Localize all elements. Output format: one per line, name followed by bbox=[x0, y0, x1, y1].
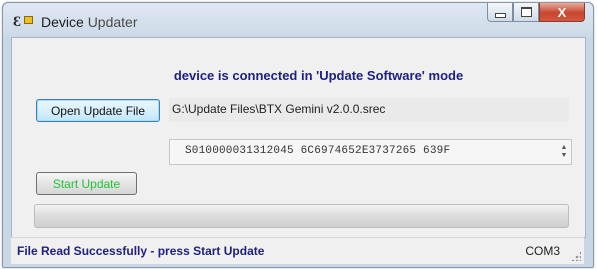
close-icon: X bbox=[557, 4, 567, 20]
record-value: S010000031312045 6C6974652E3737265 639F bbox=[185, 145, 451, 157]
open-update-file-button[interactable]: Open Update File bbox=[36, 99, 160, 122]
main-panel: device is connected in 'Update Software'… bbox=[11, 37, 586, 238]
title-main: Device bbox=[41, 14, 84, 30]
maximize-button[interactable] bbox=[513, 3, 539, 22]
close-button[interactable]: X bbox=[539, 3, 585, 22]
maximize-icon bbox=[520, 7, 532, 17]
spinner-arrows-icon[interactable]: ▲ ▼ bbox=[560, 144, 568, 160]
start-update-button[interactable]: Start Update bbox=[36, 172, 137, 195]
file-path-field[interactable]: G:\Update Files\BTX Gemini v2.0.0.srec bbox=[169, 98, 569, 122]
update-progress-bar bbox=[34, 204, 569, 228]
status-message: File Read Successfully - press Start Upd… bbox=[17, 244, 265, 258]
window-title: Device Updater bbox=[41, 14, 138, 30]
minimize-icon bbox=[494, 12, 506, 18]
caption-buttons: X bbox=[487, 3, 585, 23]
minimize-button[interactable] bbox=[487, 3, 513, 22]
device-updater-window: Ɛ Device Updater X device is connected i… bbox=[2, 2, 594, 268]
resize-grip-icon[interactable] bbox=[571, 251, 581, 261]
device-updater-icon: Ɛ bbox=[13, 14, 33, 30]
status-bar: File Read Successfully - press Start Upd… bbox=[11, 237, 584, 264]
record-spinner-field[interactable]: S010000031312045 6C6974652E3737265 639F … bbox=[169, 139, 572, 165]
title-bar[interactable]: Ɛ Device Updater X bbox=[3, 3, 593, 37]
port-indicator: COM3 bbox=[525, 244, 560, 258]
connection-mode-label: device is connected in 'Update Software'… bbox=[173, 68, 464, 83]
title-sub: Updater bbox=[87, 14, 138, 30]
